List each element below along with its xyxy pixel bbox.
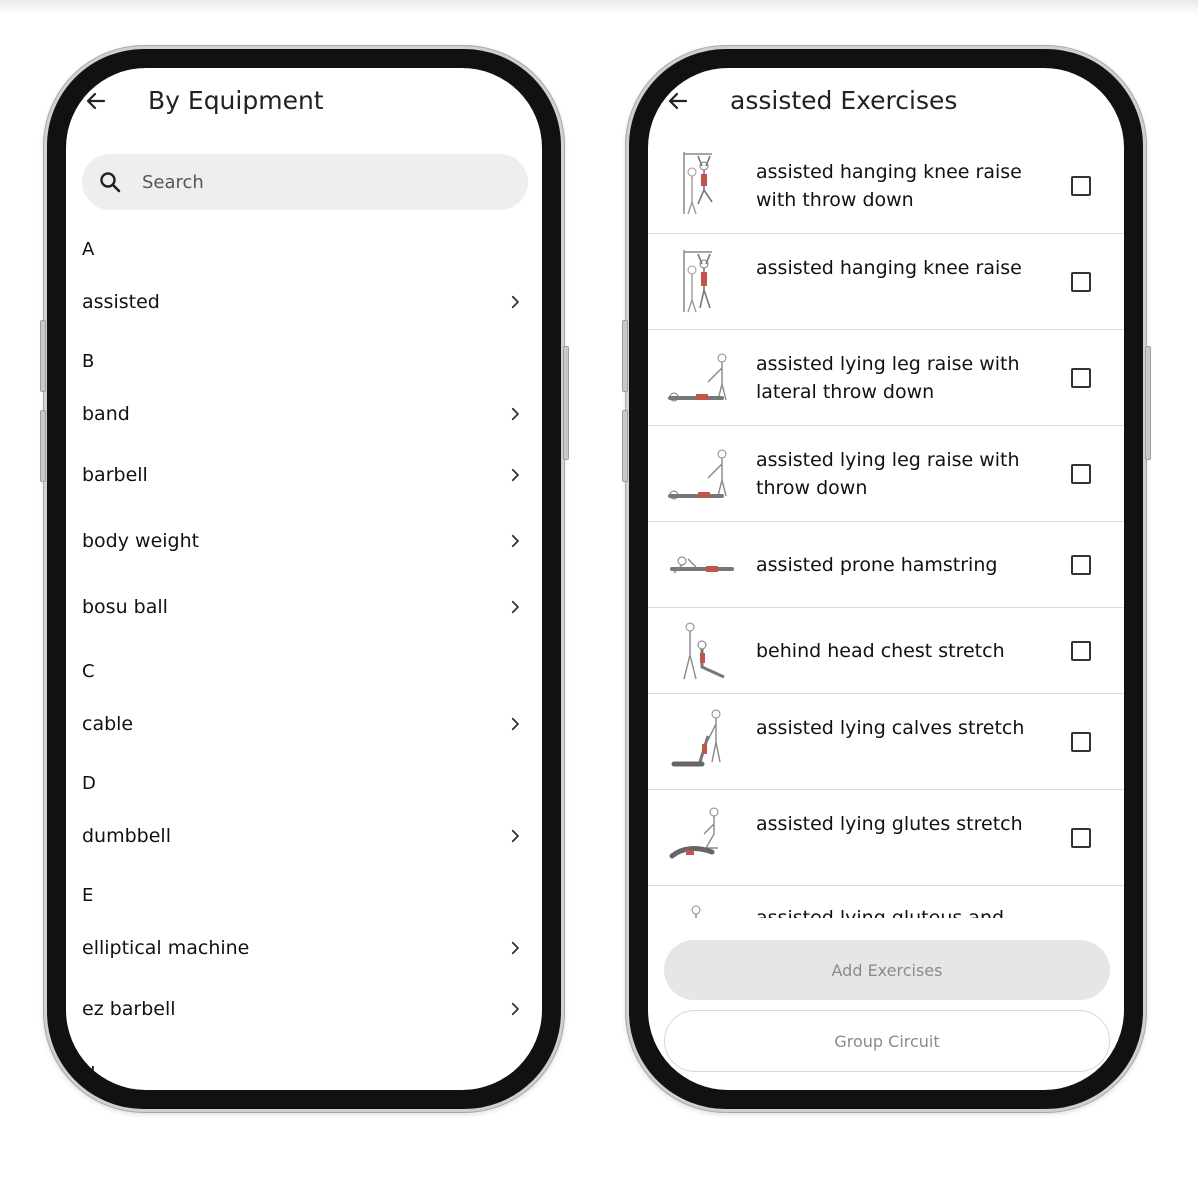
back-arrow-icon[interactable] [84, 89, 108, 113]
add-exercises-button[interactable]: Add Exercises [664, 940, 1110, 1000]
equipment-item-barbell[interactable]: barbell [82, 442, 528, 508]
equipment-label: barbell [82, 464, 148, 486]
equipment-item-ez-barbell[interactable]: ez barbell [82, 976, 528, 1042]
exercise-name: assisted lying calves stretch [756, 717, 1025, 739]
equipment-item-body-weight[interactable]: body weight [82, 508, 528, 574]
equipment-list: A assisted B band barbell body weight bo… [82, 218, 528, 1090]
search-input[interactable] [142, 166, 502, 198]
section-letter: A [82, 239, 95, 260]
chevron-right-icon [511, 600, 519, 614]
equipment-item-band[interactable]: band [82, 386, 528, 442]
exercise-thumbnail-lying-figure [668, 449, 727, 500]
equipment-label: elliptical machine [82, 937, 250, 959]
exercise-name: assisted hanging knee raise [756, 257, 1022, 279]
exercise-checkbox[interactable] [1071, 828, 1091, 848]
equipment-item-cable[interactable]: cable [82, 696, 528, 752]
chevron-right-icon [511, 829, 519, 843]
exercise-row[interactable]: assisted hanging knee raise with throw d… [648, 138, 1124, 234]
exercise-thumbnail-hanging-figure [683, 152, 713, 215]
section-letter: H [82, 1063, 96, 1084]
section-letter: E [82, 885, 94, 906]
equipment-screen: By Equipment A assisted B band barbell [66, 68, 542, 1090]
volume-up-side-button [40, 320, 46, 392]
top-shade [0, 0, 1198, 14]
search-icon [100, 172, 121, 193]
equipment-label: bosu ball [82, 596, 168, 618]
exercise-checkbox[interactable] [1071, 732, 1091, 752]
power-side-button [563, 346, 569, 460]
exercises-screen: assisted Exercises assisted hanging knee… [648, 68, 1124, 1090]
exercise-list: assisted hanging knee raise with throw d… [648, 138, 1124, 918]
exercise-row[interactable]: assisted lying gluteus and [648, 886, 1124, 918]
exercise-thumbnail-figure [691, 905, 701, 918]
group-circuit-button[interactable]: Group Circuit [664, 1010, 1110, 1072]
phone-frame-exercises: assisted Exercises assisted hanging knee… [626, 46, 1146, 1112]
exercise-thumbnail-prone-figure [670, 556, 734, 574]
exercise-checkbox[interactable] [1071, 641, 1091, 661]
equipment-item-elliptical-machine[interactable]: elliptical machine [82, 920, 528, 976]
volume-up-side-button [622, 320, 628, 392]
exercise-name: assisted lying leg raise with throw down [756, 449, 1020, 499]
equipment-label: assisted [82, 291, 160, 313]
chevron-right-icon [511, 534, 519, 548]
exercise-name: assisted lying leg raise with lateral th… [756, 353, 1020, 403]
chevron-right-icon [511, 1002, 519, 1016]
equipment-label: band [82, 403, 130, 425]
equipment-label: ez barbell [82, 998, 176, 1020]
exercise-row[interactable]: assisted lying leg raise with throw down [648, 426, 1124, 522]
exercise-checkbox[interactable] [1071, 555, 1091, 575]
chevron-right-icon [511, 941, 519, 955]
app-header: assisted Exercises [648, 68, 1124, 140]
exercise-row[interactable]: assisted lying glutes stretch [648, 790, 1124, 886]
section-letter: B [82, 351, 95, 372]
chevron-right-icon [511, 717, 519, 731]
exercise-checkbox[interactable] [1071, 176, 1091, 196]
chevron-right-icon [511, 468, 519, 482]
exercise-thumbnail-hanging-figure [683, 250, 712, 313]
exercise-thumbnail-lying-figure [668, 353, 727, 402]
equipment-label: cable [82, 713, 134, 735]
exercise-name: assisted lying gluteus and [756, 907, 1005, 918]
exercise-thumbnail-lying-figure [671, 709, 721, 767]
exercise-checkbox[interactable] [1071, 272, 1091, 292]
power-side-button [1145, 346, 1151, 460]
exercise-thumbnail-kneeling-figure [669, 807, 719, 859]
equipment-item-dumbbell[interactable]: dumbbell [82, 808, 528, 864]
equipment-label: body weight [82, 530, 200, 552]
app-header: By Equipment [66, 68, 542, 140]
equipment-label: dumbbell [82, 825, 171, 847]
exercise-row[interactable]: assisted hanging knee raise [648, 234, 1124, 330]
equipment-item-assisted[interactable]: assisted [82, 274, 528, 330]
volume-down-side-button [40, 410, 46, 482]
section-letter: C [82, 661, 95, 682]
exercise-name: behind head chest stretch [756, 640, 1005, 662]
page-title: By Equipment [148, 86, 324, 115]
phone-frame-equipment: By Equipment A assisted B band barbell [44, 46, 564, 1112]
page-title: assisted Exercises [730, 86, 958, 115]
chevron-right-icon [511, 407, 519, 421]
exercise-thumbnail-seated-figure [683, 622, 725, 680]
exercise-name: assisted hanging knee raise with throw d… [756, 161, 1022, 211]
section-letter: D [82, 773, 96, 794]
exercise-row[interactable]: assisted lying calves stretch [648, 694, 1124, 790]
exercise-checkbox[interactable] [1071, 368, 1091, 388]
exercise-name: assisted lying glutes stretch [756, 813, 1023, 835]
exercise-row[interactable]: behind head chest stretch [648, 608, 1124, 694]
exercise-row[interactable]: assisted prone hamstring [648, 522, 1124, 608]
equipment-item-bosu-ball[interactable]: bosu ball [82, 574, 528, 640]
exercise-name: assisted prone hamstring [756, 554, 998, 576]
back-arrow-icon[interactable] [666, 89, 690, 113]
search-bar[interactable] [82, 154, 528, 210]
exercise-row[interactable]: assisted lying leg raise with lateral th… [648, 330, 1124, 426]
exercise-checkbox[interactable] [1071, 464, 1091, 484]
chevron-right-icon [511, 295, 519, 309]
volume-down-side-button [622, 410, 628, 482]
